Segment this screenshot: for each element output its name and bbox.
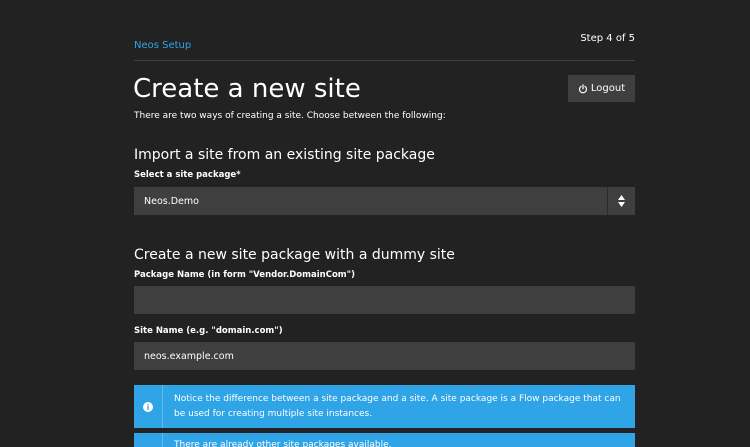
logout-button[interactable]: Logout — [568, 75, 635, 102]
neos-setup-link[interactable]: Neos Setup — [134, 40, 191, 51]
site-name-input[interactable] — [134, 342, 635, 370]
header-divider — [134, 60, 635, 61]
power-icon — [578, 83, 588, 94]
info-notice-site-vs-package: Notice the difference between a site pac… — [134, 385, 635, 428]
site-package-label: Select a site package* — [134, 170, 241, 180]
info-notice-existing-packages: There are already other site packages av… — [134, 433, 635, 447]
info-icon — [134, 385, 162, 428]
logout-label: Logout — [590, 83, 626, 94]
intro-text: There are two ways of creating a site. C… — [134, 111, 446, 121]
site-name-label: Site Name (e.g. "domain.com") — [134, 326, 283, 336]
step-indicator: Step 4 of 5 — [580, 33, 635, 44]
info-icon — [134, 433, 162, 447]
site-package-selected-value: Neos.Demo — [144, 195, 199, 207]
site-package-select[interactable]: Neos.Demo — [134, 187, 635, 215]
package-name-input[interactable] — [134, 286, 635, 314]
page-title: Create a new site — [133, 74, 361, 104]
package-name-label: Package Name (in form "Vendor.DomainCom"… — [134, 270, 355, 280]
notice-text: Notice the difference between a site pac… — [162, 385, 635, 428]
import-section-heading: Import a site from an existing site pack… — [134, 147, 435, 163]
new-package-section-heading: Create a new site package with a dummy s… — [134, 247, 455, 263]
notice-text: There are already other site packages av… — [162, 433, 635, 447]
select-arrows-icon[interactable] — [608, 187, 635, 215]
setup-page: Neos Setup Step 4 of 5 Create a new site… — [0, 0, 750, 447]
